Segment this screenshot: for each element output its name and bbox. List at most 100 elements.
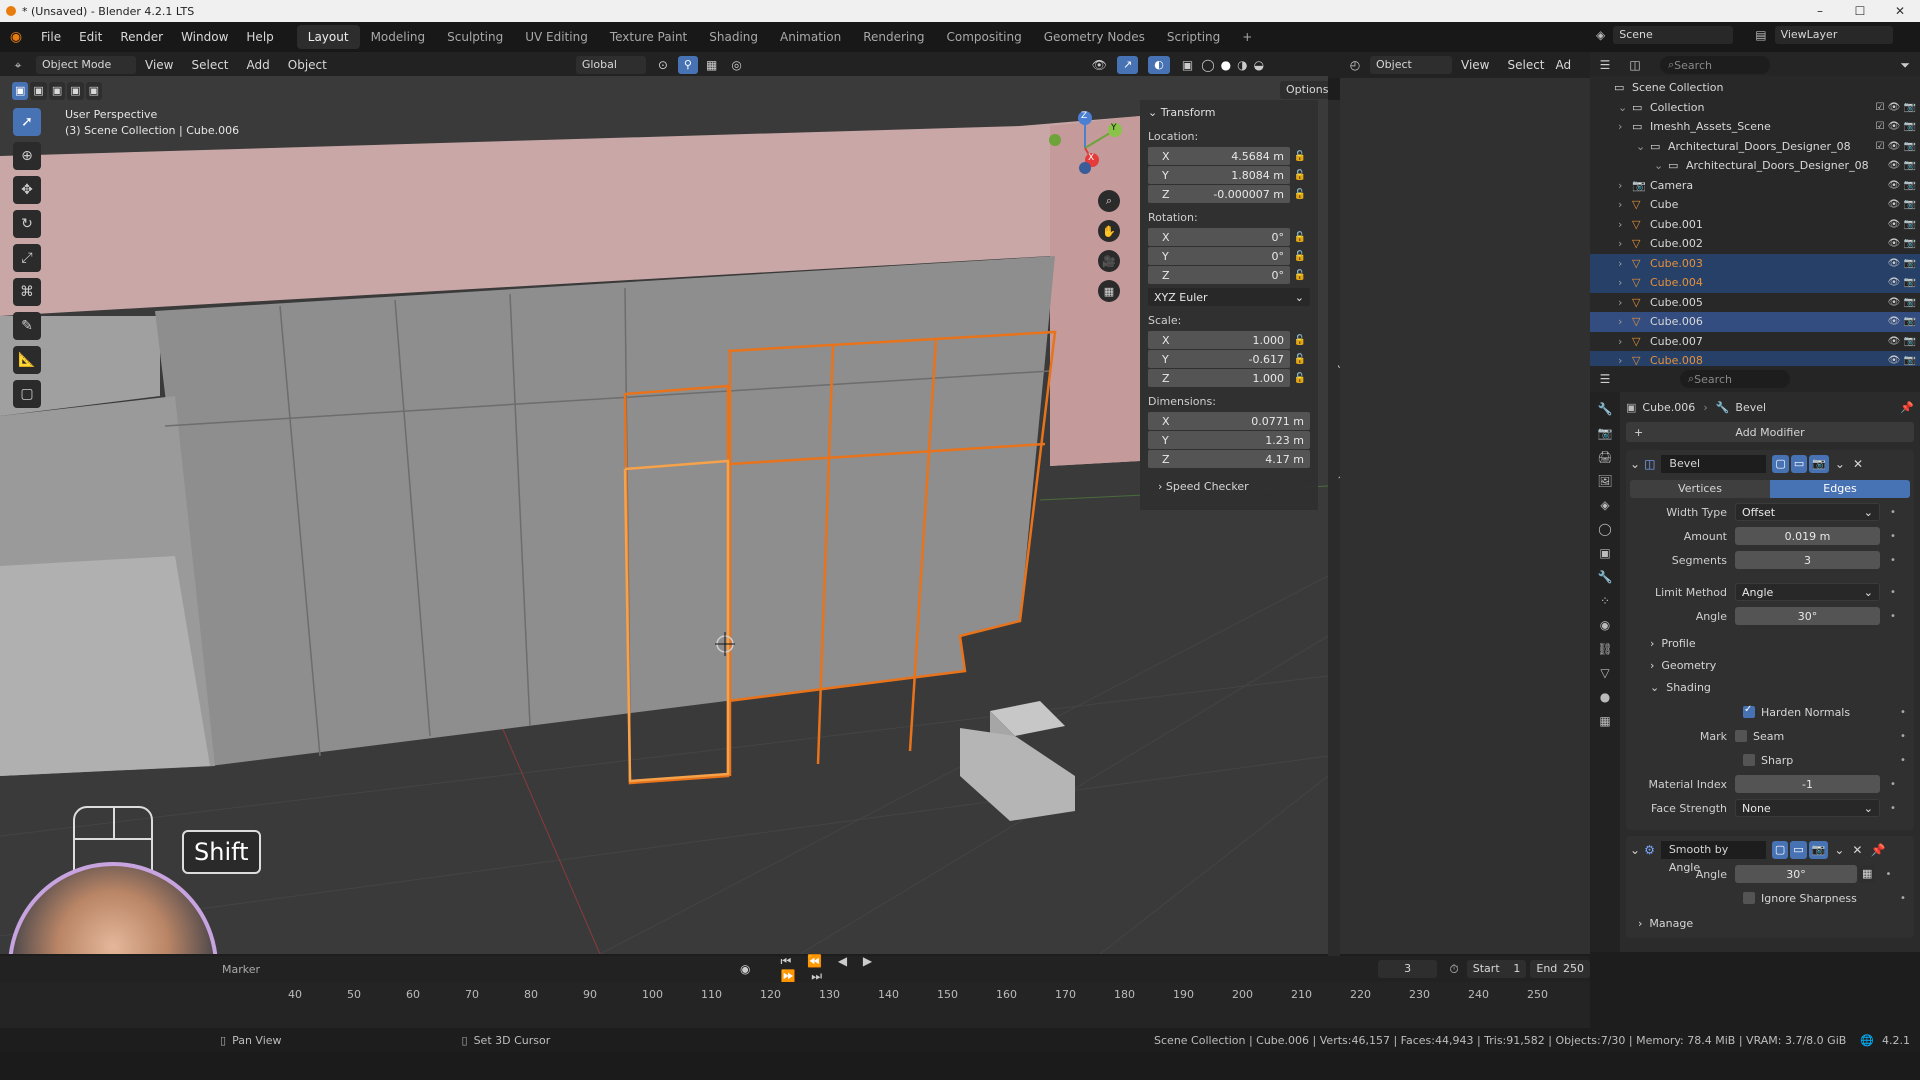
outliner-row[interactable]: › 📷 Camera 👁 📷	[1590, 176, 1920, 196]
lock-icon[interactable]: 🔓	[1290, 189, 1310, 200]
marker-menu[interactable]: Marker	[222, 963, 260, 976]
timeline-ruler[interactable]: 40 50 60 70 80 90 100 110 120 130 140 150 160 170 180 1…	[0, 982, 1590, 1008]
visibility-toggles[interactable]: 👁 📷	[1888, 160, 1916, 171]
keyframe-dot-icon[interactable]: •	[1886, 803, 1900, 814]
dimensions-z-row[interactable]: Z 4.17 m	[1148, 450, 1310, 468]
record-icon[interactable]: ◉	[740, 962, 750, 976]
tab-compositing[interactable]: Compositing	[935, 25, 1032, 49]
tab-sculpting[interactable]: Sculpting	[436, 25, 514, 49]
menu-select-2[interactable]: Select	[1498, 50, 1553, 80]
camera-view-icon[interactable]: 🎥	[1098, 250, 1120, 272]
render-toggle-icon[interactable]: 📷	[1808, 841, 1829, 859]
filter-icon[interactable]: ⏷	[1900, 58, 1910, 73]
options-dropdown[interactable]: Options	[1280, 81, 1328, 99]
location-y-value[interactable]: 1.8084 m	[1231, 169, 1284, 182]
expand-arrow-icon[interactable]: ›	[1618, 315, 1632, 328]
geometry-subpanel[interactable]: › Geometry	[1630, 654, 1910, 676]
modifier-props-icon[interactable]: 🔧	[1598, 570, 1613, 584]
scale-x-row[interactable]: X 1.000 🔓	[1148, 331, 1310, 349]
chevron-down-icon[interactable]: ⌄	[1835, 457, 1845, 471]
visibility-icon[interactable]: 👁	[1092, 58, 1107, 72]
timeline[interactable]: Marker ◉ ⏮ ⏪ ◀ ▶ ⏩ ⏭ 3 ⏱ Start 1 End 250 4…	[0, 954, 1590, 1038]
expand-arrow-icon[interactable]: ›	[1618, 335, 1632, 348]
data-props-icon[interactable]: ▽	[1600, 666, 1609, 680]
affect-edges-button[interactable]: Edges	[1770, 480, 1910, 498]
snap-target-icon[interactable]: ▦	[706, 58, 717, 72]
rotation-x-value[interactable]: 0°	[1272, 231, 1285, 244]
menu-help[interactable]: Help	[237, 22, 282, 52]
menu-add-2[interactable]: Ad	[1554, 50, 1574, 80]
amount-field[interactable]: 0.019 m	[1735, 527, 1880, 545]
expand-arrow-icon[interactable]: ›	[1618, 257, 1632, 270]
scale-y-value[interactable]: -0.617	[1249, 353, 1284, 366]
move-tool-icon[interactable]: ✥	[13, 176, 41, 204]
keyframe-dot-icon[interactable]: •	[1896, 755, 1910, 766]
render-icon[interactable]: 📷	[1598, 426, 1613, 440]
keyframe-dot-icon[interactable]: •	[1881, 869, 1895, 880]
smooth-name-field[interactable]: Smooth by Angle	[1660, 841, 1766, 874]
select-invert-icon[interactable]: ▣	[67, 82, 84, 100]
current-frame-field[interactable]: 3	[1377, 960, 1438, 978]
bevel-name-field[interactable]: Bevel	[1661, 455, 1767, 473]
add-workspace-button[interactable]: +	[1231, 25, 1263, 49]
end-frame-field[interactable]: End 250	[1530, 960, 1590, 978]
rotation-mode-value[interactable]: XYZ Euler	[1154, 291, 1208, 304]
visibility-toggles[interactable]: 👁 📷	[1888, 219, 1916, 230]
keyframe-dot-icon[interactable]: •	[1896, 893, 1910, 904]
visibility-toggles[interactable]: 👁 📷	[1888, 336, 1916, 347]
profile-subpanel[interactable]: › Profile	[1630, 632, 1910, 654]
select-extend-icon[interactable]: ▣	[30, 82, 47, 100]
editor-type-icon-2[interactable]: ◴	[1340, 58, 1370, 72]
world-icon[interactable]: ◯	[1598, 522, 1611, 536]
visibility-toggles[interactable]: 👁 📷	[1888, 355, 1916, 366]
select-subtract-icon[interactable]: ▣	[48, 82, 66, 100]
outliner-row[interactable]: ▭ Scene Collection	[1590, 78, 1920, 98]
rotation-y-value[interactable]: 0°	[1272, 250, 1285, 263]
output-icon[interactable]: 🖨	[1597, 450, 1612, 464]
blender-menu-icon[interactable]: ◉	[0, 29, 32, 45]
outliner-row[interactable]: ⌄ ▭ Collection ☑ 👁 📷	[1590, 98, 1920, 118]
menu-view-2[interactable]: View	[1452, 50, 1498, 80]
tab-rendering[interactable]: Rendering	[852, 25, 935, 49]
keyframe-dot-icon[interactable]: •	[1886, 555, 1900, 566]
lock-icon[interactable]: 🔓	[1290, 270, 1310, 281]
outliner-row[interactable]: ⌄ ▭ Architectural_Doors_Designer_08 👁 📷	[1590, 156, 1920, 176]
outliner-row[interactable]: › ▭ Imeshh_Assets_Scene ☑ 👁 📷	[1590, 117, 1920, 137]
visibility-toggles[interactable]: ☑ 👁 📷	[1876, 102, 1916, 113]
location-z-row[interactable]: Z -0.000007 m 🔓	[1148, 185, 1310, 203]
remove-modifier-icon[interactable]: ✕	[1852, 843, 1862, 857]
menu-file[interactable]: File	[32, 22, 70, 52]
rotation-z-row[interactable]: Z 0° 🔓	[1148, 266, 1310, 284]
outliner-row[interactable]: › ▽ Cube.006 👁 📷	[1590, 312, 1920, 332]
sharp-checkbox[interactable]	[1743, 754, 1755, 766]
snap-toggle-icon[interactable]: ⚲	[677, 56, 698, 74]
outliner-row[interactable]: › ▽ Cube 👁 📷	[1590, 195, 1920, 215]
tab-texture-paint[interactable]: Texture Paint	[599, 25, 698, 49]
menu-edit[interactable]: Edit	[70, 22, 111, 52]
minimize-icon[interactable]: –	[1800, 0, 1840, 22]
tab-shading[interactable]: Shading	[698, 25, 769, 49]
segments-field[interactable]: 3	[1735, 551, 1880, 569]
location-z-value[interactable]: -0.000007 m	[1213, 188, 1284, 201]
select-intersect-icon[interactable]: ▣	[85, 82, 103, 100]
lock-icon[interactable]: 🔓	[1290, 354, 1310, 365]
physics-icon[interactable]: ◉	[1600, 618, 1610, 632]
object-mode-selector[interactable]: Object	[1370, 56, 1452, 74]
expand-arrow-icon[interactable]: ⌄	[1654, 159, 1668, 172]
tab-uv-editing[interactable]: UV Editing	[514, 25, 599, 49]
editor-type-icon[interactable]: ⌖	[0, 58, 36, 73]
keyframe-dot-icon[interactable]: •	[1896, 731, 1910, 742]
visibility-toggles[interactable]: ☑ 👁 📷	[1876, 141, 1916, 152]
edit-mode-toggle-icon[interactable]: ▢	[1772, 455, 1789, 473]
tab-modeling[interactable]: Modeling	[360, 25, 437, 49]
manage-subpanel[interactable]: › Manage	[1630, 912, 1910, 934]
menu-render[interactable]: Render	[111, 22, 172, 52]
outliner-search-input[interactable]: ⌕ Search	[1660, 56, 1770, 74]
lock-icon[interactable]: 🔓	[1290, 373, 1310, 384]
visibility-toggles[interactable]: 👁 📷	[1888, 180, 1916, 191]
keyframe-dot-icon[interactable]: •	[1886, 779, 1900, 790]
lock-icon[interactable]: 🔓	[1290, 170, 1310, 181]
outliner-row[interactable]: › ▽ Cube.001 👁 📷	[1590, 215, 1920, 235]
keyframe-dot-icon[interactable]: •	[1886, 531, 1900, 542]
lock-icon[interactable]: 🔓	[1290, 251, 1310, 262]
